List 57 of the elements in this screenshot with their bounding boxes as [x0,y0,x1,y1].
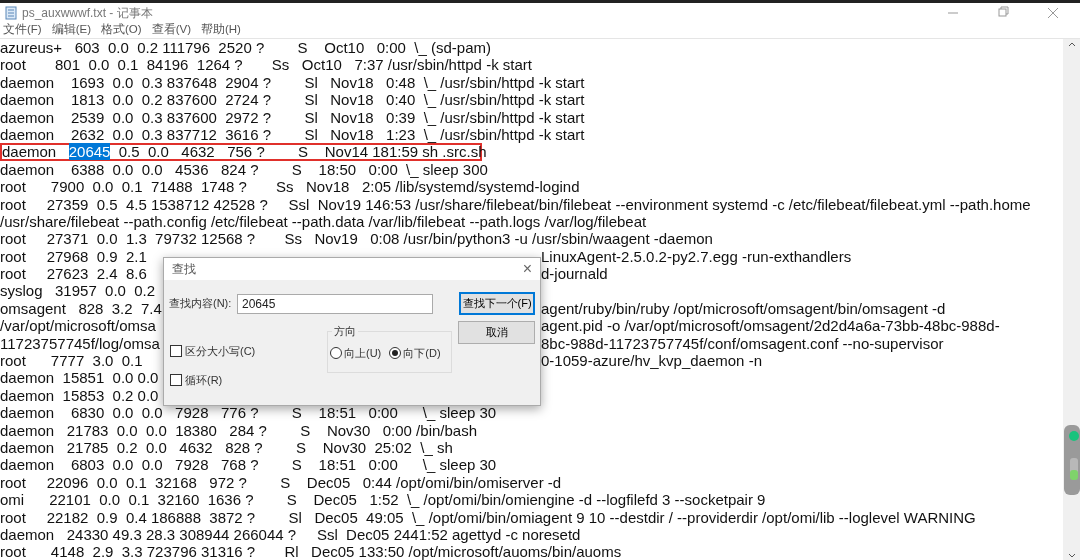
text-line: azureus+ 603 0.0 0.2 111796 2520 ? S Oct10 0:00 \_ (sd-pam) [0,39,491,57]
cancel-button[interactable]: 取消 [458,320,535,344]
text-line: root 27623 2.4 8.6 [0,265,147,283]
text-line: root 27371 0.0 1.3 79732 12568 ? Ss Nov19 0:08 /usr/bin/python3 -u /usr/sbin/waagent -daemon [0,230,713,248]
text-line: daemon 6830 0.0 0.0 7928 776 ? S 18:51 0:00 \_ sleep 30 [0,404,497,422]
text-line: daemon 1813 0.0 0.2 837600 2724 ? Sl Nov18 0:40 \_ /usr/sbin/httpd -k start [0,91,585,109]
menu-item[interactable]: 文件(F) [3,21,42,39]
text-line: agent/ruby/bin/ruby /opt/microsoft/omsagent/bin/omsagent -d [541,299,946,318]
text-line: daemon 2632 0.0 0.3 837712 3616 ? Sl Nov18 1:23 \_ /usr/sbin/httpd -k start [0,125,585,144]
find-label: 查找内容(N): [169,296,233,312]
text-line: root 4148 2.9 3.3 723796 31316 ? Rl Dec05 133:50 /opt/microsoft/auoms/bin/auoms [0,543,622,560]
radio-label: 向下(D) [403,346,441,361]
menu-item[interactable]: 编辑(E) [51,21,92,39]
radio-button[interactable] [330,347,342,360]
menu-item[interactable]: 格式(O) [101,21,142,39]
text-line: root 22096 0.0 0.1 32168 972 ? S Dec05 0:44 /opt/omi/bin/omiserver -d [0,473,562,492]
close-button[interactable]: × [522,261,532,277]
text-line: syslog 31957 0.0 0.2 [0,282,156,300]
radio-label: 向上(U) [344,346,382,361]
checkbox[interactable] [170,373,182,386]
window-title: ps_auxwwwf.txt - 记事本 [22,4,153,22]
text-line: omsagent 828 3.2 7.4 [0,299,162,317]
text-line: LinuxAgent-2.5.0.2-py2.7.egg -run-exthandlers [541,247,852,266]
find-next-button[interactable]: 查找下一个(F) [459,292,535,315]
checkbox-label: 区分大小写(C) [185,344,256,359]
checkbox[interactable] [170,345,182,358]
text-line: daemon 15853 0.2 0.0 [0,386,159,405]
radio-button[interactable] [389,347,402,360]
text-line: omi 22101 0.0 0.1 32160 1636 ? S Dec05 1:52 \_ /opt/omi/bin/omiengine -d --logfilefd 3 --socketpair 9 [0,491,766,509]
text-line: daemon 21785 0.2 0.0 4632 828 ? S Nov30 25:02 \_ sh [0,439,453,457]
checkbox-label: 循环(R) [185,372,223,388]
text-line: daemon 21783 0.0 0.0 18380 284 ? S Nov30 0:00 /bin/bash [0,421,477,439]
menu-item[interactable]: 帮助(H) [201,21,241,39]
text-line: daemon 24330 49.3 28.3 308944 266044 ? Ssl Dec05 2441:52 agettyd -c noresetd [0,525,581,544]
text-line: d-journald [541,265,608,283]
dialog-title: 查找 [172,261,196,278]
text-line: root 7777 3.0 0.1 [0,352,143,370]
text-line: root 22182 0.9 0.4 186888 3872 ? Sl Dec05 49:05 \_ /opt/omi/bin/omiagent 9 10 --destdir / --providerdir /opt/omi/lib --loglevel WARNING [0,508,976,526]
text-line: /usr/share/filebeat --path.config /etc/filebeat --path.data /var/lib/filebeat --path.logs /var/log/filebeat [0,212,647,231]
text-line: 8bc-988d-11723757745f/conf/omsagent.conf --no-supervisor [541,334,944,353]
text-line: daemon 1693 0.0 0.3 837648 2904 ? Sl Nov18 0:48 \_ /usr/sbin/httpd -k start [0,73,585,92]
find-input[interactable]: 20645 [237,293,434,314]
text-line: /var/opt/microsoft/omsa [0,317,156,335]
text-line: root 7900 0.0 0.1 71488 1748 ? Ss Nov18 2:05 /lib/systemd/systemd-logind [0,178,580,196]
text-line: 0-1059-azure/hv_kvp_daemon -n [541,352,762,370]
text-line: agent.pid -o /var/opt/microsoft/omsagent/2d2d4a6a-73bb-48bc-988d- [541,317,1000,335]
text-line: daemon 6388 0.0 0.0 4536 824 ? S 18:50 0:00 \_ sleep 300 [0,160,488,179]
text-line: root 27359 0.5 4.5 1538712 42528 ? Ssl Nov19 146:53 /usr/share/filebeat/bin/filebeat --environment systemd -c /etc/filebeat/filebeat.yml --path.home [0,195,1031,213]
text-line: daemon 2539 0.0 0.3 837600 2972 ? Sl Nov18 0:39 \_ /usr/sbin/httpd -k start [0,108,585,126]
text-line: 11723757745f/log/omsa [0,334,160,352]
text-line: daemon 15851 0.0 0.0 [0,369,159,387]
text-line: root 801 0.0 0.1 84196 1264 ? Ss Oct10 7:37 /usr/sbin/httpd -k start [0,56,532,74]
group-label: 方向 [332,323,358,340]
menu-item[interactable]: 查看(V) [151,21,191,39]
text-line: root 27968 0.9 2.1 [0,247,147,265]
text-line: daemon 6803 0.0 0.0 7928 768 ? S 18:51 0:00 \_ sleep 30 [0,456,497,474]
notepad-icon [4,5,18,20]
